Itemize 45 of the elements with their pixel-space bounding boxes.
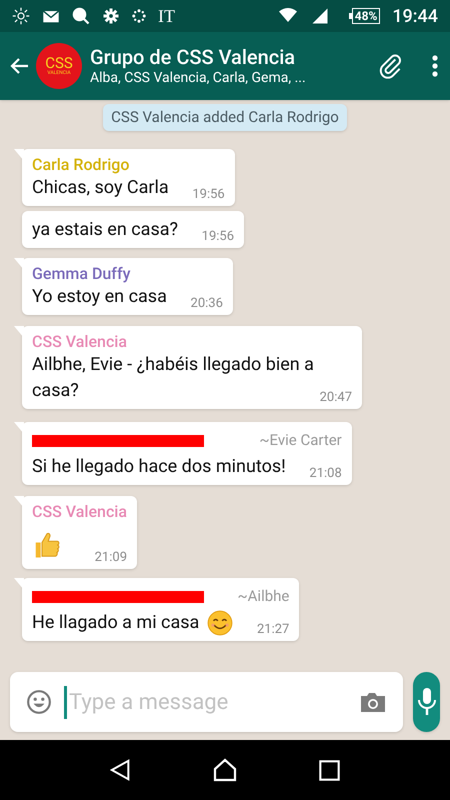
more-options-icon[interactable] xyxy=(432,55,438,77)
message-time: 21:08 xyxy=(309,464,342,482)
message-field[interactable]: Type a message xyxy=(10,672,403,732)
message-time: 20:47 xyxy=(320,388,352,406)
chat-title[interactable]: Grupo de CSS Valencia xyxy=(90,44,370,70)
brightness-icon xyxy=(12,7,30,25)
home-icon[interactable] xyxy=(212,758,238,782)
author-name: ~Evie Carter xyxy=(259,430,342,452)
sender-name: Gemma Duffy xyxy=(32,264,132,284)
chat-subtitle: Alba, CSS Valencia, Carla, Gema, ... xyxy=(90,70,307,88)
back-icon[interactable] xyxy=(110,758,132,782)
message-text: Si he llegado hace dos minutos! xyxy=(32,456,286,476)
message-text: Ailbhe, Evie - ¿habéis llegado bien a casa? xyxy=(32,354,314,400)
battery-tip xyxy=(348,13,352,19)
clock-label: 19:44 xyxy=(392,4,438,28)
sender-name: CSS Valencia xyxy=(32,502,127,522)
battery-indicator: 48% xyxy=(352,8,380,24)
message-text: He llagado a mi casa xyxy=(32,612,200,632)
gear-icon xyxy=(102,7,120,25)
signal-icon xyxy=(310,7,329,25)
microphone-icon xyxy=(416,687,438,717)
recent-apps-icon[interactable] xyxy=(318,760,340,780)
message-text: Yo estoy en casa xyxy=(32,286,167,306)
message-time: 19:56 xyxy=(192,186,225,204)
voice-message-button[interactable] xyxy=(413,672,440,732)
message-time: 20:36 xyxy=(190,294,223,312)
camera-icon[interactable] xyxy=(359,690,387,714)
message-time: 19:56 xyxy=(202,228,234,246)
magnifier-icon xyxy=(72,7,90,25)
dots-icon xyxy=(132,9,146,23)
carrier-label: IT xyxy=(158,7,175,25)
sender-name: Carla Rodrigo xyxy=(32,154,130,174)
system-message: CSS Valencia added Carla Rodrigo xyxy=(103,104,347,130)
message-input[interactable]: Type a message xyxy=(64,686,347,718)
emoji-icon[interactable] xyxy=(26,689,52,715)
message-time: 21:09 xyxy=(94,548,127,566)
message-text: ya estais en casa? xyxy=(32,218,178,240)
paperclip-icon[interactable] xyxy=(378,53,404,79)
smiling-face-icon xyxy=(207,610,234,636)
author-name: ~Ailbhe xyxy=(237,586,290,608)
message-text: Chicas, soy Carla xyxy=(32,176,169,198)
message-time: 21:27 xyxy=(256,620,290,639)
sender-name: CSS Valencia xyxy=(32,332,128,352)
mail-icon xyxy=(42,9,60,23)
avatar-logo-text: CSS xyxy=(45,56,73,71)
